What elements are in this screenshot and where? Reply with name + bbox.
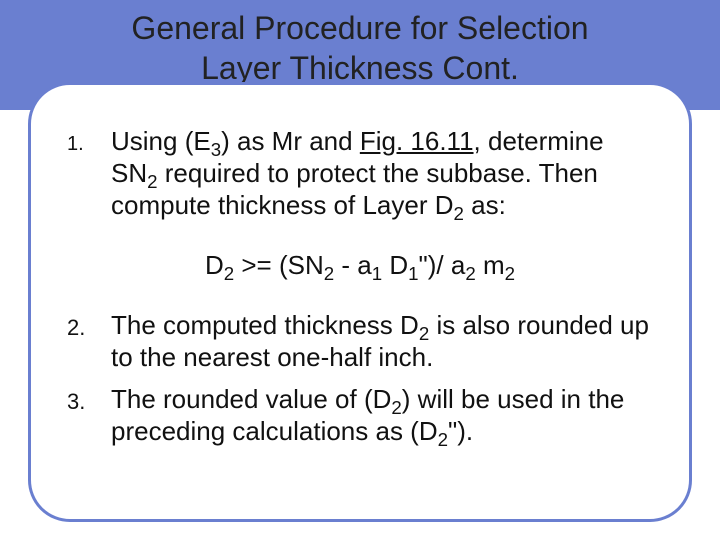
text: The computed thickness D <box>111 310 419 340</box>
content-card: 1. Using (E3) as Mr and Fig. 16.11, dete… <box>28 82 692 522</box>
subscript: 2 <box>438 429 448 450</box>
subscript: 2 <box>465 263 475 284</box>
text: D <box>382 250 408 280</box>
text: ) as Mr and <box>221 126 360 156</box>
list-item-3: 3. The rounded value of (D2) will be use… <box>67 383 653 447</box>
slide: General Procedure for Selection Layer Th… <box>0 0 720 540</box>
item-body: The computed thickness D2 is also rounde… <box>111 309 653 373</box>
item-number: 2. <box>67 309 111 344</box>
item-number: 3. <box>67 383 111 418</box>
text: - a <box>334 250 372 280</box>
subscript: 2 <box>224 263 234 284</box>
text: >= (SN <box>234 250 324 280</box>
subscript: 2 <box>505 263 515 284</box>
ordered-list: 1. Using (E3) as Mr and Fig. 16.11, dete… <box>67 125 653 221</box>
text: as: <box>464 190 506 220</box>
subscript: 1 <box>372 263 382 284</box>
text: The rounded value of (D <box>111 384 391 414</box>
list-item-2: 2. The computed thickness D2 is also rou… <box>67 309 653 373</box>
item-body: Using (E3) as Mr and Fig. 16.11, determi… <box>111 125 653 221</box>
subscript: 2 <box>454 203 464 224</box>
text: Using (E <box>111 126 211 156</box>
text: m <box>476 250 505 280</box>
item-number: 1. <box>67 125 111 160</box>
text: ")/ a <box>419 250 466 280</box>
subscript: 1 <box>408 263 418 284</box>
subscript: 2 <box>324 263 334 284</box>
ordered-list-continued: 2. The computed thickness D2 is also rou… <box>67 309 653 447</box>
figure-reference: Fig. 16.11 <box>360 126 474 156</box>
item-body: The rounded value of (D2) will be used i… <box>111 383 653 447</box>
formula: D2 >= (SN2 - a1 D1")/ a2 m2 <box>67 249 653 281</box>
title-line-1: General Procedure for Selection <box>131 10 588 46</box>
slide-title: General Procedure for Selection Layer Th… <box>0 8 720 88</box>
text: required to protect the subbase. Then co… <box>111 158 598 220</box>
content: 1. Using (E3) as Mr and Fig. 16.11, dete… <box>67 125 653 447</box>
text: "). <box>448 416 473 446</box>
list-item-1: 1. Using (E3) as Mr and Fig. 16.11, dete… <box>67 125 653 221</box>
text: D <box>205 250 224 280</box>
title-line-2: Layer Thickness Cont. <box>201 50 519 86</box>
